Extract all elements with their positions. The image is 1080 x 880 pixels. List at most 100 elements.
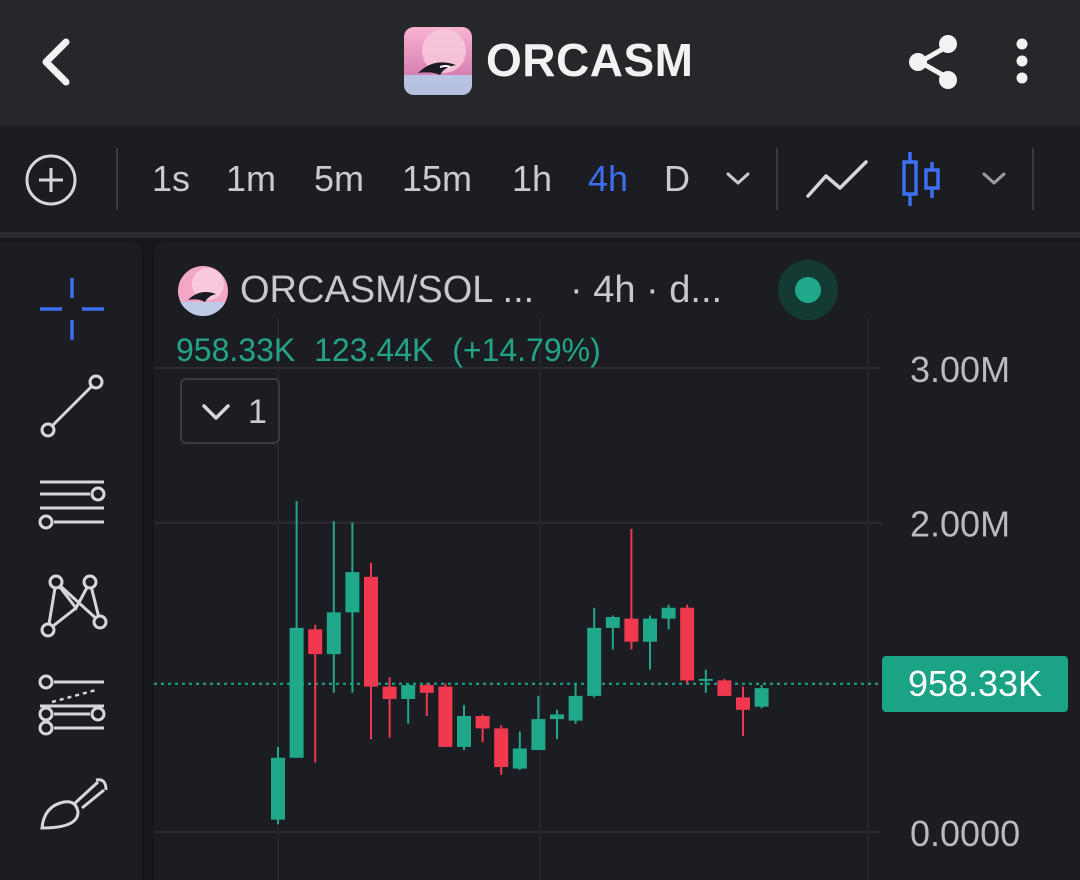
- candle-body: [643, 618, 657, 642]
- candle: [271, 746, 285, 825]
- indicators-toggle-button[interactable]: 1: [180, 378, 280, 444]
- trendline-icon: [40, 374, 104, 438]
- legend-interval: · 4h · d...: [570, 269, 723, 311]
- candle: [512, 731, 527, 771]
- orca-logo-icon: [178, 266, 228, 316]
- divider: [1032, 148, 1034, 210]
- more-vertical-icon: [1016, 38, 1028, 84]
- more-options-button[interactable]: [1004, 34, 1040, 90]
- fib-icon: [38, 674, 106, 736]
- y-axis-tick-label: 0.0000: [910, 813, 1020, 854]
- candle: [401, 683, 416, 724]
- candle: [289, 501, 304, 758]
- candle: [605, 615, 620, 650]
- timeframe-dropdown[interactable]: [722, 166, 754, 197]
- legend-token-logo: [178, 266, 228, 316]
- candle: [587, 607, 602, 698]
- market-status-indicator: [778, 260, 838, 320]
- line-chart-icon: [806, 160, 868, 198]
- candle: [680, 604, 695, 684]
- page-title: ORCASM: [486, 34, 694, 86]
- add-indicator-button[interactable]: [24, 153, 78, 207]
- chevron-down-icon: [726, 172, 750, 185]
- y-axis-tick-label: 3.00M: [910, 349, 1010, 390]
- candle-body: [568, 695, 583, 721]
- candle-body: [382, 686, 397, 699]
- back-button[interactable]: [30, 30, 86, 94]
- crosshair-icon: [40, 278, 104, 340]
- chevron-down-icon: [202, 404, 230, 420]
- candle-body: [475, 716, 490, 729]
- candlestick-button[interactable]: [896, 148, 948, 215]
- share-icon: [909, 35, 957, 89]
- candle: [364, 562, 378, 740]
- legend-value-1: 958.33K: [176, 332, 296, 368]
- candle: [382, 677, 397, 738]
- candle-body: [494, 728, 509, 768]
- crosshair-tool[interactable]: [34, 274, 110, 344]
- legend-value-2: 123.44K: [314, 332, 434, 368]
- pattern-tool[interactable]: [34, 572, 110, 642]
- drawing-tools-sidebar: [0, 242, 142, 880]
- candlestick-chart[interactable]: 3.00M 2.00M 0.0000: [154, 318, 1080, 880]
- candle-body: [345, 572, 360, 613]
- horizontal-lines-icon: [38, 480, 106, 530]
- brush-tool[interactable]: [34, 770, 110, 840]
- timeframe-15m[interactable]: 15m: [402, 156, 472, 202]
- candle: [643, 615, 657, 670]
- brush-icon: [40, 778, 108, 830]
- y-axis-tick-label: 2.00M: [910, 504, 1010, 545]
- timeframe-1m[interactable]: 1m: [226, 156, 276, 202]
- candle: [736, 686, 750, 737]
- candle-body: [680, 607, 695, 681]
- timeframe-1s[interactable]: 1s: [152, 156, 190, 202]
- chart-type-dropdown[interactable]: [978, 166, 1010, 197]
- candle: [438, 683, 453, 747]
- candle: [531, 695, 546, 751]
- candle-body: [717, 680, 732, 696]
- divider: [116, 148, 118, 210]
- chart-toolbar: 1s 1m 5m 15m 1h 4h D: [0, 126, 1080, 238]
- candle: [457, 705, 471, 751]
- candle: [624, 528, 639, 650]
- legend-symbol[interactable]: ORCASM/SOL ...: [240, 266, 534, 314]
- trendline-tool[interactable]: [34, 372, 110, 442]
- candle: [345, 522, 360, 693]
- timeframe-d[interactable]: D: [664, 156, 690, 202]
- candle-body: [605, 617, 620, 628]
- candle: [475, 714, 490, 743]
- plus-circle-icon: [25, 154, 77, 206]
- candle: [661, 604, 676, 630]
- timeframe-1h[interactable]: 1h: [512, 156, 552, 202]
- app-header: ORCASM: [0, 0, 1080, 126]
- parallel-lines-tool[interactable]: [34, 470, 110, 540]
- candle: [568, 683, 583, 724]
- candle-body: [289, 627, 304, 758]
- share-button[interactable]: [904, 32, 964, 92]
- candle: [717, 678, 732, 696]
- candle-body: [531, 719, 546, 751]
- chevron-down-icon: [982, 172, 1006, 185]
- candle: [754, 685, 769, 709]
- current-price-label: 958.33K: [882, 656, 1068, 712]
- candle-body: [661, 607, 676, 619]
- candle-body: [512, 748, 527, 769]
- orca-logo-icon: [404, 27, 472, 95]
- indicators-count: 1: [248, 393, 267, 431]
- timeframe-4h[interactable]: 4h: [588, 156, 628, 202]
- legend-values: 958.33K 123.44K (+14.79%): [176, 328, 611, 372]
- candle-body: [308, 629, 323, 655]
- divider: [776, 148, 778, 210]
- timeframe-5m[interactable]: 5m: [314, 156, 364, 202]
- chevron-left-icon: [42, 38, 70, 86]
- line-chart-button[interactable]: [804, 152, 870, 211]
- candle-body: [754, 688, 769, 707]
- candle-body: [438, 686, 453, 747]
- candle: [494, 725, 509, 775]
- candle-body: [698, 678, 713, 681]
- candle: [419, 683, 434, 716]
- fib-tool[interactable]: [34, 672, 110, 742]
- candle: [550, 709, 564, 740]
- candle: [326, 521, 341, 693]
- candle-body: [550, 714, 564, 720]
